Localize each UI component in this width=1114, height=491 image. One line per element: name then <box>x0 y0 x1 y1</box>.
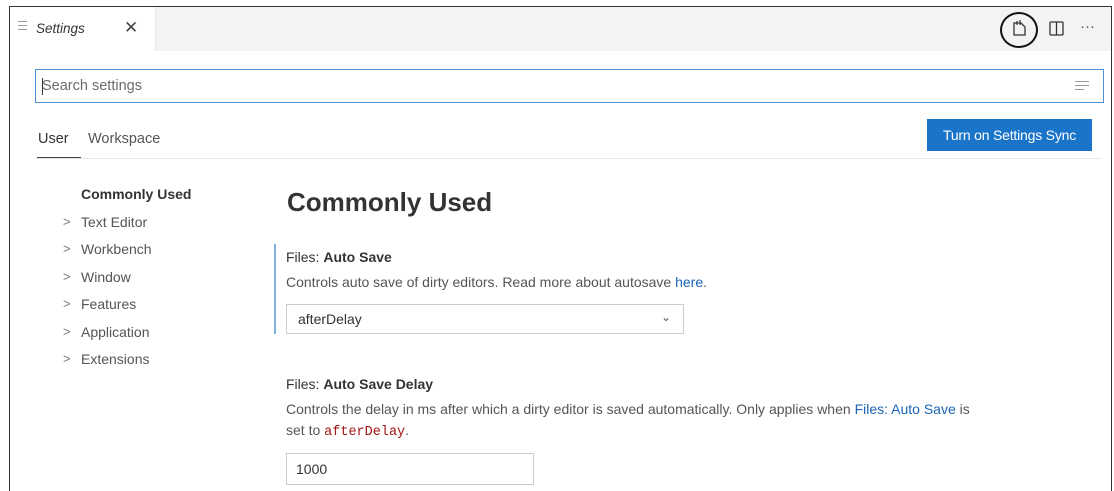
description-text: is <box>955 401 970 417</box>
setting-description-auto-save: Controls auto save of dirty editors. Rea… <box>286 272 707 293</box>
tab-settings[interactable]: Settings ✕ <box>10 7 156 51</box>
chevron-right-icon: > <box>63 351 71 366</box>
auto-save-delay-input[interactable] <box>286 453 534 485</box>
tab-bar: Settings ✕ <box>10 7 1111 51</box>
settings-editor: Settings ✕ ··· User Workspace Turn on Se… <box>9 6 1112 491</box>
turn-on-settings-sync-button[interactable]: Turn on Settings Sync <box>927 119 1092 151</box>
setting-name: Auto Save <box>323 249 392 265</box>
tree-item-label: Workbench <box>81 241 152 257</box>
tree-item-label: Extensions <box>81 351 150 367</box>
tab-title: Settings <box>36 21 85 36</box>
tree-item-label: Commonly Used <box>81 186 192 202</box>
setting-description-auto-save-delay: Controls the delay in ms after which a d… <box>286 399 1086 443</box>
setting-category: Files: <box>286 376 324 392</box>
autosave-docs-link[interactable]: here <box>675 274 703 290</box>
tree-item-text-editor[interactable]: > Text Editor <box>63 211 263 239</box>
dropdown-value: afterDelay <box>298 311 362 327</box>
description-text: Controls auto save of dirty editors. Rea… <box>286 274 676 290</box>
description-text: Controls the delay in ms after which a d… <box>286 401 855 417</box>
chevron-right-icon: > <box>63 296 71 311</box>
setting-title-auto-save-delay: Files: Auto Save Delay <box>286 376 433 392</box>
search-box[interactable] <box>35 69 1104 103</box>
chevron-right-icon: > <box>63 241 71 256</box>
chevron-down-icon: ⌄ <box>660 310 671 324</box>
code-value: afterDelay <box>324 425 406 440</box>
tree-item-label: Application <box>81 323 150 340</box>
tree-item-workbench[interactable]: > Workbench <box>63 238 263 266</box>
tree-item-features[interactable]: > Features <box>63 293 263 321</box>
description-text: set to <box>286 422 325 438</box>
focused-setting-indicator <box>274 244 276 334</box>
tree-item-label: Window <box>81 268 131 285</box>
search-input[interactable] <box>42 70 1042 102</box>
filter-list-icon[interactable] <box>1075 81 1089 93</box>
description-text: . <box>703 274 708 290</box>
split-editor-icon[interactable] <box>1043 15 1071 43</box>
files-auto-save-link[interactable]: Files: Auto Save <box>855 401 956 417</box>
tab-workspace[interactable]: Workspace <box>88 131 160 147</box>
description-text: . <box>405 422 410 438</box>
section-heading: Commonly Used <box>287 187 493 217</box>
tree-item-extensions[interactable]: > Extensions <box>63 348 263 376</box>
tree-item-commonly-used[interactable]: Commonly Used <box>63 183 263 211</box>
chevron-right-icon: > <box>63 213 71 229</box>
highlight-circle <box>1000 12 1038 48</box>
tree-item-application[interactable]: > Application <box>63 321 263 349</box>
scope-divider <box>35 158 1101 159</box>
setting-title-auto-save: Files: Auto Save <box>286 249 392 265</box>
tree-item-window[interactable]: > Window <box>63 266 263 294</box>
tab-user[interactable]: User <box>38 131 69 147</box>
auto-save-delay-field[interactable] <box>296 454 526 484</box>
text-cursor <box>42 78 43 95</box>
chevron-right-icon: > <box>63 323 71 339</box>
auto-save-dropdown[interactable]: afterDelay ⌄ <box>286 304 684 334</box>
tree-item-label: Text Editor <box>81 213 148 230</box>
more-actions-icon[interactable]: ··· <box>1080 18 1108 46</box>
setting-category: Files: <box>286 249 324 265</box>
tree-item-label: Features <box>81 296 137 312</box>
setting-name: Auto Save Delay <box>323 376 434 392</box>
chevron-right-icon: > <box>63 268 71 284</box>
settings-tree: Commonly Used > Text Editor > Workbench … <box>63 183 263 376</box>
close-icon[interactable]: ✕ <box>124 18 138 38</box>
settings-file-icon <box>18 21 28 33</box>
